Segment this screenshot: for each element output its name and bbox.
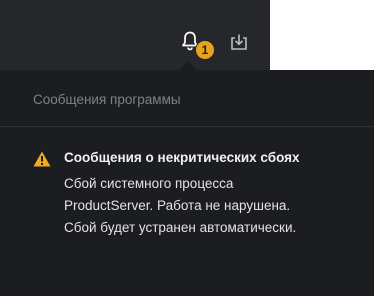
notification-message: Сбой системного процесса ProductServer. … (64, 173, 374, 239)
download-button[interactable] (228, 31, 250, 53)
popover-pointer (179, 61, 197, 70)
notification-message-line: Сбой будет устранен автоматически. (64, 220, 297, 235)
warning-triangle-icon (33, 151, 51, 167)
notifications-button[interactable]: 1 (176, 27, 216, 65)
download-tray-icon (231, 34, 247, 50)
notification-message-line: ProductServer. Работа не нарушена. (64, 198, 291, 213)
notifications-panel: Сообщения программы Сообщения о некритич… (0, 70, 374, 296)
panel-header: Сообщения программы (0, 70, 374, 127)
top-toolbar: 1 (0, 0, 270, 70)
notification-message-line: Сбой системного процесса (64, 176, 234, 191)
panel-title: Сообщения программы (33, 92, 181, 107)
notification-title: Сообщения о некритических сбоях (64, 150, 300, 165)
notification-count-badge: 1 (196, 41, 214, 59)
